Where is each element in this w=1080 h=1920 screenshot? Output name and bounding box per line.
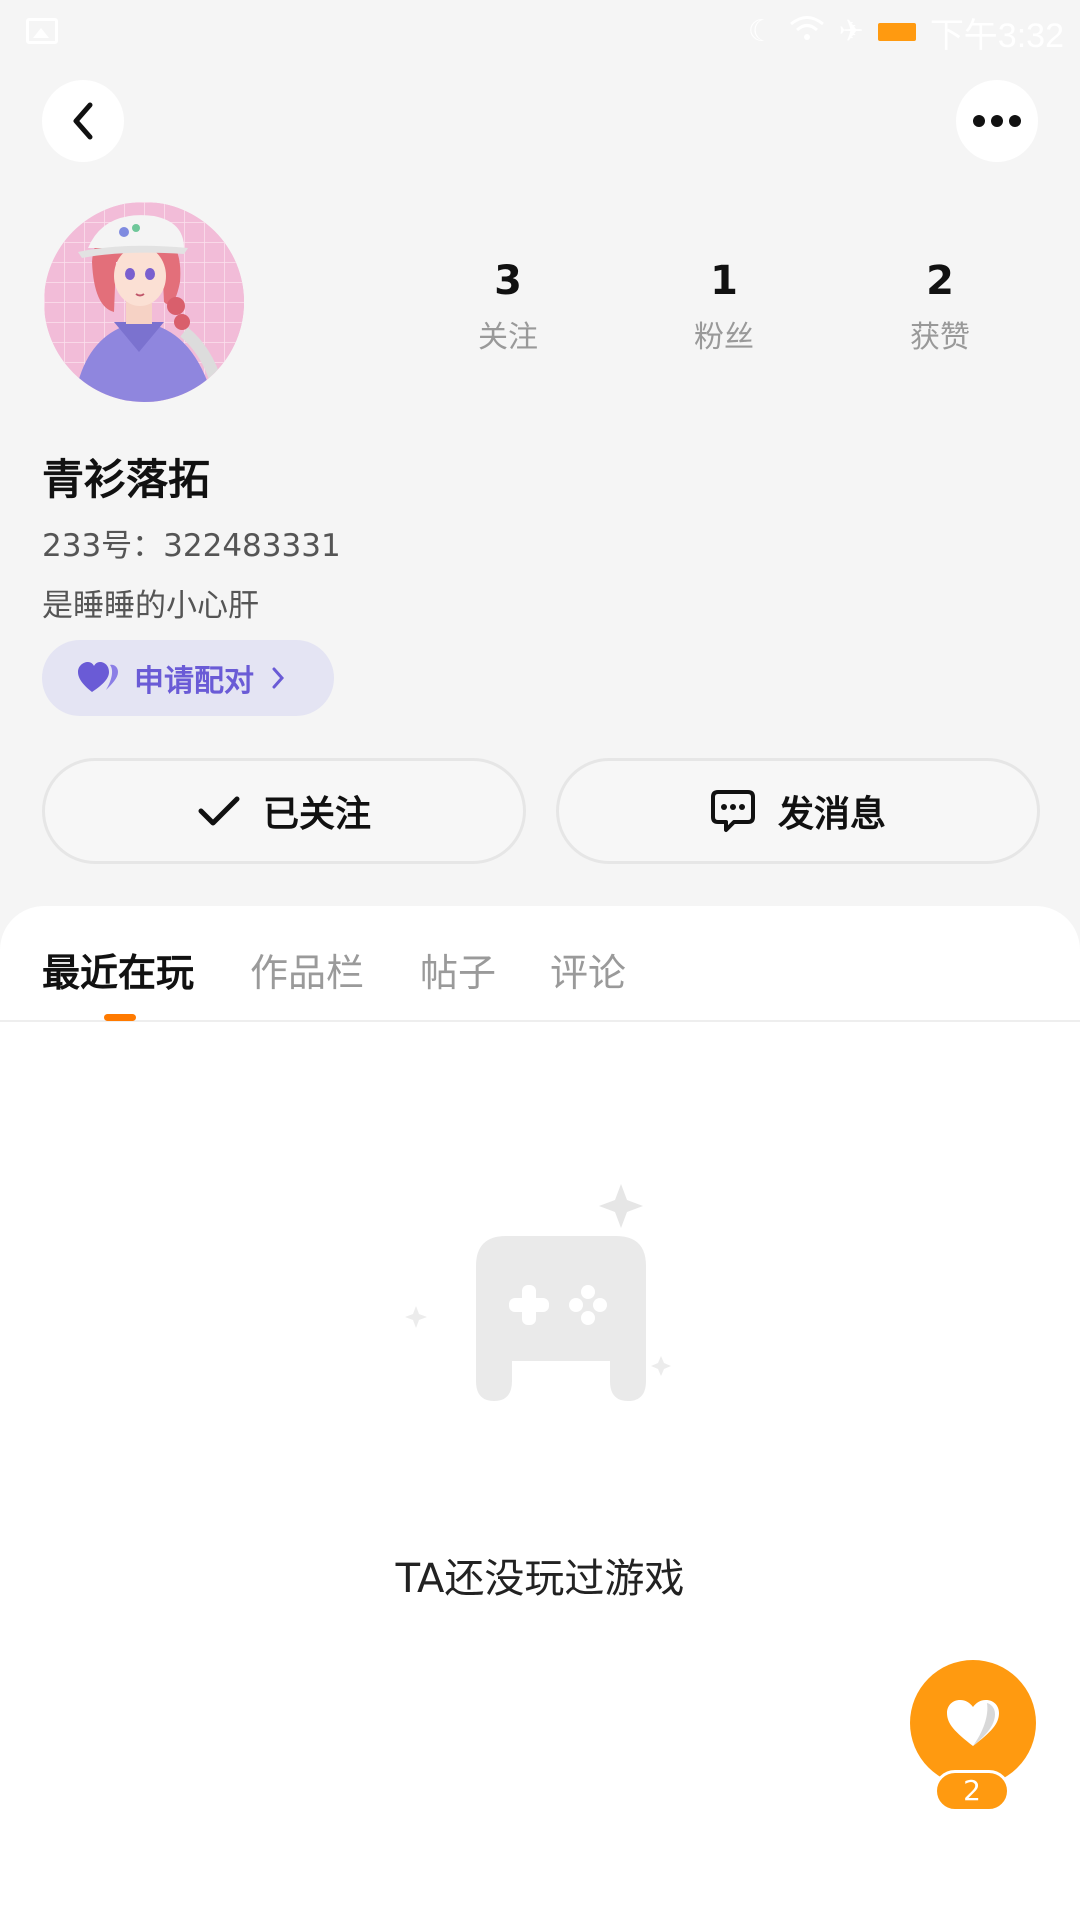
send-message-label: 发消息 <box>777 794 886 835</box>
stat-fans[interactable]: 1 粉丝 <box>634 256 814 356</box>
profile-page: ☾ ✈ 下午3:32 3 关注 1 粉丝 2 获赞 青衫落拓 233号：3224… <box>0 0 1080 1920</box>
username: 青衫落拓 <box>42 455 211 504</box>
airplane-icon: ✈ <box>838 14 864 49</box>
more-dots-icon <box>973 115 1021 127</box>
more-button[interactable] <box>956 80 1038 162</box>
image-icon <box>26 18 58 44</box>
followed-label: 已关注 <box>262 794 371 835</box>
stat-following-label: 关注 <box>478 320 538 355</box>
tab-posts[interactable]: 帖子 <box>420 942 496 997</box>
stat-likes-value: 2 <box>926 258 954 304</box>
wifi-icon <box>789 15 825 49</box>
heart-icon <box>947 1700 999 1746</box>
stat-following-value: 3 <box>494 258 522 304</box>
pair-request-label: 申请配对 <box>134 664 254 699</box>
empty-state-text: TA还没玩过游戏 <box>395 1556 685 1602</box>
pair-request-button[interactable]: 申请配对 <box>42 640 334 716</box>
tab-comments[interactable]: 评论 <box>550 942 626 997</box>
avatar-illustration <box>44 202 244 402</box>
user-bio: 是睡睡的小心肝 <box>42 588 259 624</box>
back-button[interactable] <box>42 80 124 162</box>
content-panel: 最近在玩 作品栏 帖子 评论 TA还没玩过游戏 <box>0 906 1080 1920</box>
stat-likes-label: 获赞 <box>910 320 970 355</box>
stat-fans-label: 粉丝 <box>694 320 754 355</box>
moon-icon: ☾ <box>747 14 775 49</box>
chevron-left-icon <box>73 102 93 140</box>
user-id: 233号：322483331 <box>42 528 341 564</box>
send-message-button[interactable]: 发消息 <box>556 758 1040 864</box>
avatar[interactable] <box>44 202 244 402</box>
chat-bubble-icon <box>710 790 755 832</box>
stat-fans-value: 1 <box>710 258 738 304</box>
status-bar-right: ☾ ✈ 下午3:32 <box>747 10 1064 55</box>
like-fab-button[interactable] <box>910 1660 1036 1786</box>
tab-works[interactable]: 作品栏 <box>250 942 364 997</box>
tab-recent-playing[interactable]: 最近在玩 <box>42 942 194 997</box>
profile-stats: 3 关注 1 粉丝 2 获赞 <box>418 256 1030 356</box>
battery-icon <box>877 23 916 41</box>
tab-bar: 最近在玩 作品栏 帖子 评论 <box>0 906 1080 1022</box>
status-bar: ☾ ✈ 下午3:32 <box>0 0 1080 66</box>
status-time: 下午3:32 <box>929 16 1064 55</box>
stat-following[interactable]: 3 关注 <box>418 256 598 356</box>
gamepad-icon <box>405 1184 671 1401</box>
hearts-icon <box>78 662 118 692</box>
stat-likes[interactable]: 2 获赞 <box>850 256 1030 356</box>
like-count-badge: 2 <box>934 1770 1010 1812</box>
followed-button[interactable]: 已关注 <box>42 758 526 864</box>
chevron-right-icon <box>272 667 285 689</box>
check-icon <box>198 796 240 826</box>
active-tab-indicator <box>104 1014 136 1021</box>
